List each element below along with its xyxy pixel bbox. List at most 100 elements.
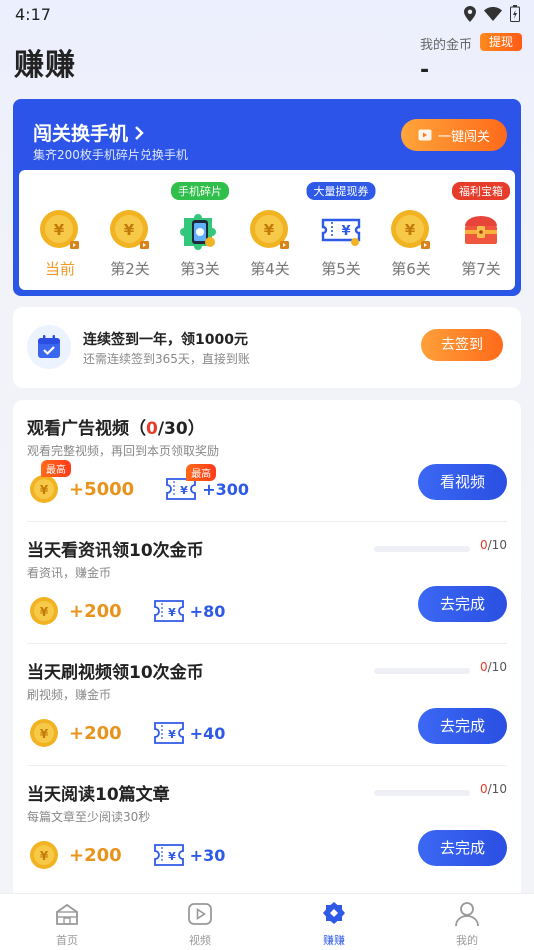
level-label: 第5关	[321, 260, 361, 278]
ticket-reward-amount: +30	[189, 845, 226, 865]
my-coins-value: -	[420, 58, 430, 83]
level-label: 当前	[44, 260, 75, 278]
task-title: 当天阅读10篇文章	[27, 785, 170, 805]
ticket-reward-amount: +40	[189, 723, 226, 743]
gold-coin-icon: ¥	[40, 210, 79, 249]
task-read-articles: 当天阅读10篇文章 每篇文章至少阅读30秒 0/10 ¥ +200 ¥ +30 …	[13, 766, 521, 888]
home-icon	[56, 903, 78, 925]
watch-video-button[interactable]: 看视频	[418, 464, 507, 500]
chevron-right-icon	[135, 125, 144, 140]
video-icon	[188, 903, 212, 925]
svg-text:¥: ¥	[40, 483, 49, 497]
nav-label: 赚赚	[323, 934, 345, 947]
daily-sign-card: 连续签到一年，领1000元 还需连续签到365天，直接到账 去签到	[13, 307, 521, 388]
phone-fragment-icon	[180, 214, 216, 250]
voucher-ticket-icon: ¥	[166, 478, 197, 500]
level-track: ¥ 当前 ¥ 第2关 手机碎片 第3关 ¥ 第4关 大量提现券 ¥ 第5关 ¥ …	[19, 170, 515, 290]
task-watch-videos: 当天刷视频领10次金币 刷视频，赚金币 0/10 ¥ +200 ¥ +40 去完…	[13, 644, 521, 766]
gold-coin-icon: ¥	[391, 210, 430, 249]
reward-row: 最高 ¥ +5000 最高 ¥ +300	[29, 460, 249, 506]
progress-bar	[374, 668, 470, 674]
battery-icon	[510, 5, 520, 22]
voucher-ticket-icon: ¥	[153, 600, 184, 622]
nav-item-earn[interactable]: 赚赚	[294, 900, 374, 948]
svg-text:¥: ¥	[341, 224, 350, 239]
nav-item-profile[interactable]: 我的	[427, 900, 507, 948]
reward-row: ¥ +200 ¥ +80	[29, 594, 225, 628]
status-icons	[464, 5, 520, 22]
nav-label: 视频	[189, 934, 211, 947]
complete-button[interactable]: 去完成	[418, 830, 507, 866]
level-label: 第2关	[110, 260, 150, 278]
gold-coin-icon: ¥	[250, 210, 289, 249]
bottom-nav: 首页 视频 赚赚 我的	[0, 893, 534, 950]
voucher-ticket-icon: ¥	[321, 218, 361, 246]
max-tag: 最高	[186, 464, 217, 481]
task-title: 当天看资讯领10次金币	[27, 541, 204, 561]
nav-item-video[interactable]: 视频	[160, 900, 240, 948]
coin-reward-icon-wrap: 最高 ¥	[29, 460, 71, 504]
task-subtitle: 刷视频，赚金币	[27, 688, 112, 702]
level-challenge-title[interactable]: 闯关换手机	[33, 119, 144, 146]
progress-bar	[374, 546, 470, 552]
level-challenge-title-text: 闯关换手机	[33, 123, 129, 145]
voucher-ticket-icon: ¥	[153, 844, 184, 866]
nav-item-home[interactable]: 首页	[27, 900, 107, 948]
my-coins-label: 我的金币	[420, 38, 473, 53]
svg-text:¥: ¥	[264, 221, 275, 239]
phone-fragment-tag: 手机碎片	[171, 182, 229, 200]
nav-label: 我的	[456, 934, 478, 947]
complete-button[interactable]: 去完成	[418, 586, 507, 622]
svg-text:¥: ¥	[168, 850, 176, 863]
welfare-chest-tag: 福利宝箱	[452, 182, 510, 200]
earn-icon	[323, 902, 345, 924]
sign-title: 连续签到一年，领1000元	[83, 332, 248, 348]
task-count: 0	[146, 419, 158, 439]
level-label: 第7关	[461, 260, 501, 278]
location-icon	[464, 5, 476, 22]
voucher-ticket-icon: ¥	[153, 722, 184, 744]
svg-text:¥: ¥	[124, 221, 135, 239]
complete-button[interactable]: 去完成	[418, 708, 507, 744]
ticket-reward-icon-wrap: 最高 ¥	[166, 464, 217, 500]
level-challenge-subtitle: 集齐200枚手机碎片兑换手机	[33, 148, 188, 162]
gold-coin-icon: ¥	[30, 841, 58, 869]
play-ticket-icon	[418, 129, 432, 141]
progress-bar	[374, 790, 470, 796]
wifi-icon	[484, 6, 502, 21]
level-label: 第3关	[180, 260, 220, 278]
one-key-challenge-label: 一键闯关	[437, 129, 490, 145]
withdraw-voucher-tag: 大量提现券	[306, 182, 376, 200]
task-subtitle: 每篇文章至少阅读30秒	[27, 810, 151, 824]
status-time: 4:17	[15, 5, 51, 24]
task-list: 观看广告视频（0/30） 观看完整视频，再回到本页领取奖励 最高 ¥ +5000…	[13, 400, 521, 900]
calendar-icon-wrap	[27, 325, 71, 369]
svg-text:¥: ¥	[405, 221, 416, 239]
gold-coin-icon: ¥	[110, 210, 149, 249]
svg-text:¥: ¥	[40, 727, 49, 741]
reward-row: ¥ +200 ¥ +40	[29, 716, 225, 750]
svg-text:¥: ¥	[40, 605, 49, 619]
nav-label: 首页	[56, 934, 78, 947]
treasure-chest-icon	[465, 216, 497, 244]
coin-reward-amount: +200	[69, 600, 122, 622]
page-title: 赚赚	[14, 48, 76, 83]
coin-reward-amount: +200	[69, 722, 122, 744]
level-label: 第6关	[391, 260, 431, 278]
max-tag: 最高	[41, 460, 71, 477]
progress-text: 0/10	[480, 782, 507, 796]
svg-text:¥: ¥	[54, 221, 65, 239]
withdraw-button[interactable]: 提现	[480, 33, 522, 51]
sign-in-button[interactable]: 去签到	[421, 329, 503, 361]
task-subtitle: 观看完整视频，再回到本页领取奖励	[27, 444, 220, 458]
level-label: 第4关	[250, 260, 290, 278]
level-challenge-card: 闯关换手机 集齐200枚手机碎片兑换手机 一键闯关 ¥ 当前 ¥ 第2关 手机碎…	[13, 99, 521, 296]
coin-reward-amount: +5000	[69, 478, 135, 500]
task-read-news: 当天看资讯领10次金币 看资讯，赚金币 0/10 ¥ +200 ¥ +80 去完…	[13, 522, 521, 644]
task-title: 当天刷视频领10次金币	[27, 663, 204, 683]
sign-subtitle: 还需连续签到365天，直接到账	[83, 352, 250, 366]
ticket-reward-amount: +80	[189, 601, 226, 621]
gold-coin-icon: ¥	[30, 719, 58, 747]
one-key-challenge-button[interactable]: 一键闯关	[401, 119, 507, 151]
task-watch-ad: 观看广告视频（0/30） 观看完整视频，再回到本页领取奖励 最高 ¥ +5000…	[13, 400, 521, 522]
